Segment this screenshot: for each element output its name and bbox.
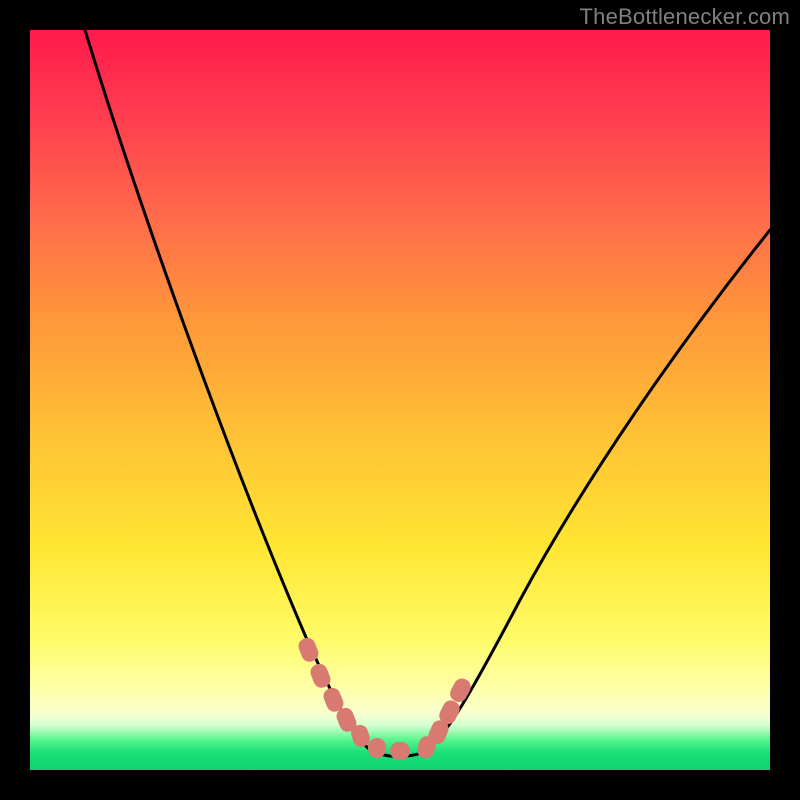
bottleneck-curve (85, 30, 770, 757)
plot-area (30, 30, 770, 770)
watermark-text: TheBottlenecker.com (580, 4, 790, 30)
outer-frame: TheBottlenecker.com (0, 0, 800, 800)
curve-layer (30, 30, 770, 770)
marker-group (296, 636, 473, 761)
